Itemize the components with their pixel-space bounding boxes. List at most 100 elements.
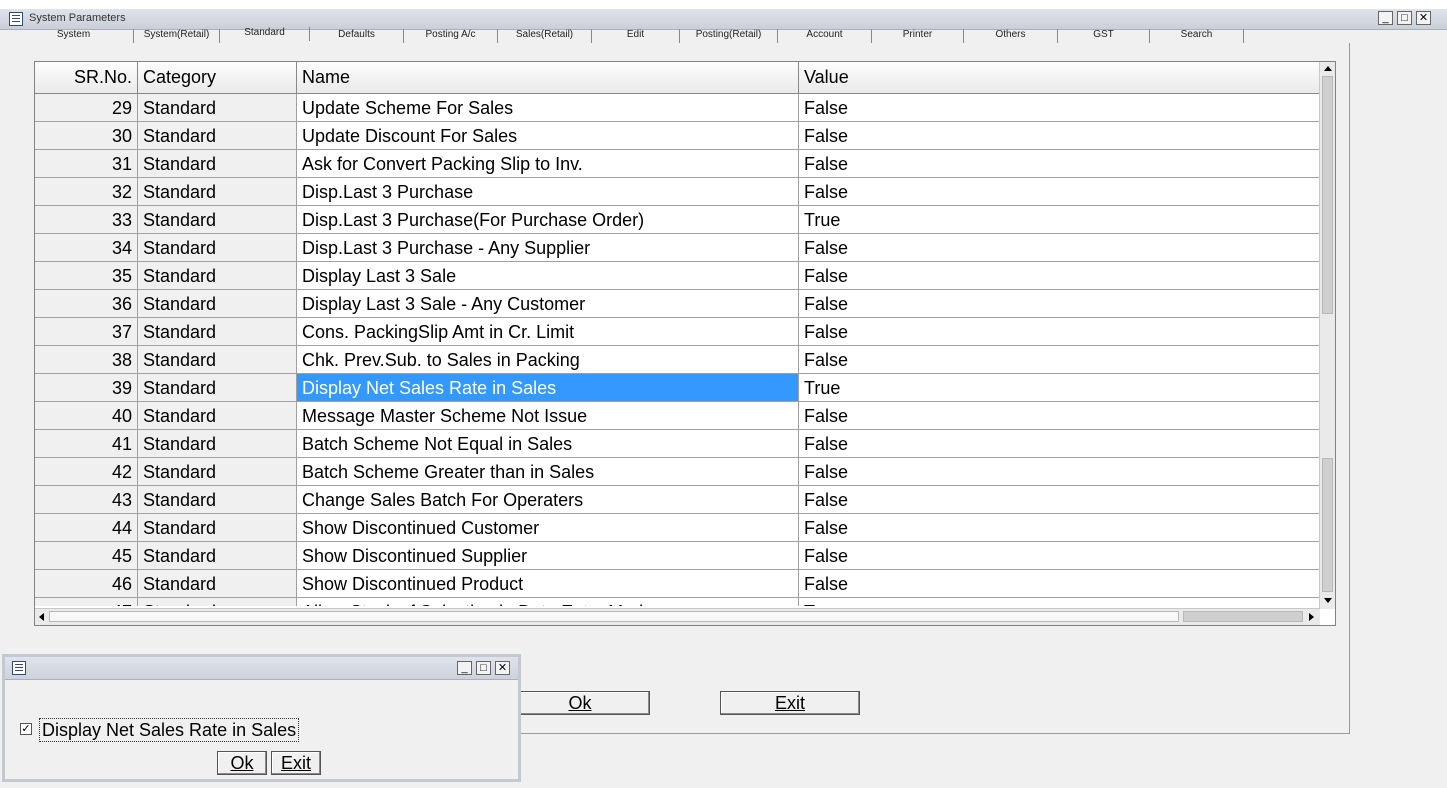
vertical-scroll-track[interactable] xyxy=(1322,458,1333,592)
tab-account[interactable]: Account xyxy=(778,29,872,43)
cell-value[interactable]: False xyxy=(799,178,1320,206)
cell-sr-no[interactable]: 44 xyxy=(35,514,138,542)
table-row[interactable]: 36 Standard Display Last 3 Sale - Any Cust… xyxy=(35,290,1320,318)
cell-category[interactable]: Standard xyxy=(138,150,297,178)
cell-sr-no[interactable]: 40 xyxy=(35,402,138,430)
cell-name[interactable]: Batch Scheme Greater than in Sales xyxy=(297,458,799,486)
close-button[interactable]: ✕ xyxy=(1416,11,1431,25)
cell-value[interactable]: True xyxy=(799,598,1320,606)
cell-name[interactable]: Change Sales Batch For Operaters xyxy=(297,486,799,514)
cell-name[interactable]: Display Last 3 Sale - Any Customer xyxy=(297,290,799,318)
cell-sr-no[interactable]: 33 xyxy=(35,206,138,234)
cell-sr-no[interactable]: 38 xyxy=(35,346,138,374)
table-row[interactable]: 43 Standard Change Sales Batch For Operate… xyxy=(35,486,1320,514)
cell-category[interactable]: Standard xyxy=(138,234,297,262)
cell-value[interactable]: False xyxy=(799,94,1320,122)
horizontal-scroll-thumb[interactable] xyxy=(49,611,1179,622)
cell-value[interactable]: False xyxy=(799,290,1320,318)
tab-edit[interactable]: Edit xyxy=(592,29,680,43)
tab-gst[interactable]: GST xyxy=(1058,29,1150,43)
cell-value[interactable]: True xyxy=(799,374,1320,402)
cell-category[interactable]: Standard xyxy=(138,374,297,402)
table-row[interactable]: 45 Standard Show Discontinued Supplier Fals… xyxy=(35,542,1320,570)
scroll-up-icon[interactable] xyxy=(1324,66,1332,71)
cell-category[interactable]: Standard xyxy=(138,178,297,206)
horizontal-scrollbar[interactable] xyxy=(35,608,1320,625)
cell-category[interactable]: Standard xyxy=(138,318,297,346)
table-row[interactable]: 38 Standard Chk. Prev.Sub. to Sales in Pac… xyxy=(35,346,1320,374)
cell-value[interactable]: False xyxy=(799,542,1320,570)
cell-name[interactable]: Show Discontinued Product xyxy=(297,570,799,598)
scroll-down-icon[interactable] xyxy=(1324,598,1332,603)
cell-sr-no[interactable]: 47 xyxy=(35,598,138,606)
cell-category[interactable]: Standard xyxy=(138,290,297,318)
cell-value[interactable]: False xyxy=(799,150,1320,178)
app-menu-icon[interactable] xyxy=(9,12,23,26)
dialog-maximize-button[interactable]: □ xyxy=(476,661,491,675)
cell-category[interactable]: Standard xyxy=(138,262,297,290)
cell-name[interactable]: Allow Stock of Selection in Data Entry M… xyxy=(297,598,799,606)
table-row[interactable]: 32 Standard Disp.Last 3 Purchase False xyxy=(35,178,1320,206)
cell-value[interactable]: False xyxy=(799,430,1320,458)
cell-value[interactable]: True xyxy=(799,206,1320,234)
cell-sr-no[interactable]: 29 xyxy=(35,94,138,122)
table-row[interactable]: 39 Standard Display Net Sales Rate in Sale… xyxy=(35,374,1320,402)
cell-value[interactable]: False xyxy=(799,234,1320,262)
table-row[interactable]: 46 Standard Show Discontinued Product False xyxy=(35,570,1320,598)
cell-name[interactable]: Batch Scheme Not Equal in Sales xyxy=(297,430,799,458)
tab-standard[interactable]: Standard xyxy=(220,27,310,41)
cell-sr-no[interactable]: 43 xyxy=(35,486,138,514)
cell-category[interactable]: Standard xyxy=(138,206,297,234)
parameters-grid[interactable]: SR.No. Category Name Value 29 Standard Upd… xyxy=(34,61,1336,626)
exit-button[interactable]: Exit xyxy=(720,691,860,715)
cell-category[interactable]: Standard xyxy=(138,94,297,122)
cell-name[interactable]: Message Master Scheme Not Issue xyxy=(297,402,799,430)
tab-others[interactable]: Others xyxy=(964,29,1058,43)
cell-sr-no[interactable]: 32 xyxy=(35,178,138,206)
table-row[interactable]: 34 Standard Disp.Last 3 Purchase - Any Sup… xyxy=(35,234,1320,262)
dialog-minimize-button[interactable]: _ xyxy=(457,661,472,675)
ok-button[interactable]: Ok xyxy=(510,691,650,715)
cell-name[interactable]: Update Discount For Sales xyxy=(297,122,799,150)
header-name[interactable]: Name xyxy=(297,62,799,93)
scroll-left-icon[interactable] xyxy=(39,613,44,621)
cell-name[interactable]: Show Discontinued Customer xyxy=(297,514,799,542)
table-row[interactable]: 30 Standard Update Discount For Sales False xyxy=(35,122,1320,150)
cell-category[interactable]: Standard xyxy=(138,514,297,542)
tab-posting-retail[interactable]: Posting(Retail) xyxy=(680,29,778,43)
header-value[interactable]: Value xyxy=(799,62,1320,93)
cell-sr-no[interactable]: 35 xyxy=(35,262,138,290)
tab-printer[interactable]: Printer xyxy=(872,29,964,43)
window-titlebar[interactable]: System Parameters _ □ ✕ xyxy=(0,9,1447,30)
cell-name[interactable]: Cons. PackingSlip Amt in Cr. Limit xyxy=(297,318,799,346)
minimize-button[interactable]: _ xyxy=(1378,11,1393,25)
cell-category[interactable]: Standard xyxy=(138,486,297,514)
tab-system-retail[interactable]: System(Retail) xyxy=(134,29,220,43)
cell-value[interactable]: False xyxy=(799,318,1320,346)
cell-sr-no[interactable]: 37 xyxy=(35,318,138,346)
dialog-titlebar[interactable]: _ □ ✕ xyxy=(5,657,518,680)
horizontal-scroll-track[interactable] xyxy=(1183,611,1303,622)
cell-value[interactable]: False xyxy=(799,402,1320,430)
table-row[interactable]: 29 Standard Update Scheme For Sales False xyxy=(35,94,1320,122)
cell-value[interactable]: False xyxy=(799,122,1320,150)
cell-sr-no[interactable]: 34 xyxy=(35,234,138,262)
cell-sr-no[interactable]: 36 xyxy=(35,290,138,318)
cell-sr-no[interactable]: 39 xyxy=(35,374,138,402)
dialog-menu-icon[interactable] xyxy=(12,661,26,675)
cell-category[interactable]: Standard xyxy=(138,598,297,606)
tab-search[interactable]: Search xyxy=(1150,29,1244,43)
cell-sr-no[interactable]: 46 xyxy=(35,570,138,598)
cell-category[interactable]: Standard xyxy=(138,542,297,570)
cell-value[interactable]: False xyxy=(799,346,1320,374)
cell-value[interactable]: False xyxy=(799,570,1320,598)
cell-name[interactable]: Disp.Last 3 Purchase - Any Supplier xyxy=(297,234,799,262)
cell-sr-no[interactable]: 45 xyxy=(35,542,138,570)
cell-category[interactable]: Standard xyxy=(138,122,297,150)
cell-value[interactable]: False xyxy=(799,486,1320,514)
table-row[interactable]: 44 Standard Show Discontinued Customer Fals… xyxy=(35,514,1320,542)
tab-sales-retail[interactable]: Sales(Retail) xyxy=(498,29,592,43)
cell-category[interactable]: Standard xyxy=(138,570,297,598)
cell-name[interactable]: Ask for Convert Packing Slip to Inv. xyxy=(297,150,799,178)
cell-sr-no[interactable]: 30 xyxy=(35,122,138,150)
